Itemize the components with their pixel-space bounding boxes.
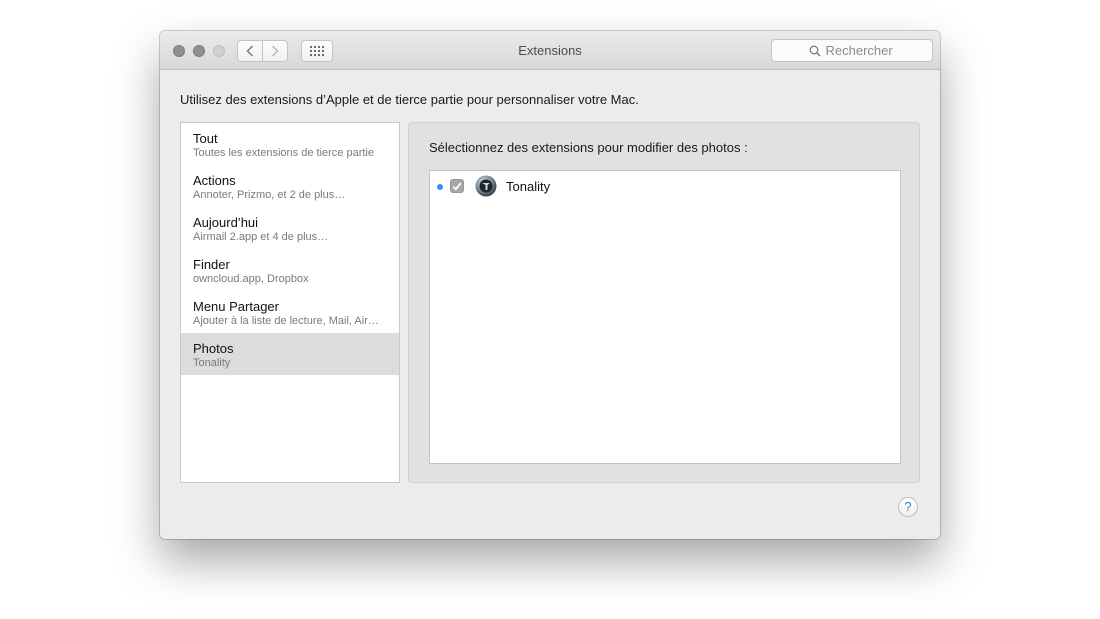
extension-row-tonality[interactable]: Tonality [430,175,900,198]
category-name: Finder [193,257,230,272]
category-item-aujourdhui[interactable]: Aujourd’hui Airmail 2.app et 4 de plus… [181,207,399,249]
category-name: Aujourd’hui [193,215,259,230]
tonality-app-icon [475,175,497,197]
chevron-left-icon [246,45,253,57]
title-bar[interactable]: Extensions [160,31,940,70]
help-button[interactable]: ? [898,497,918,517]
extensions-list[interactable]: Tonality [429,170,901,464]
category-subtitle: Tonality [193,357,231,369]
show-all-button[interactable] [301,40,333,62]
extension-name: Tonality [506,179,551,194]
search-icon [809,45,821,57]
category-name: Photos [193,341,234,356]
category-item-tout[interactable]: Tout Toutes les extensions de tierce par… [181,123,399,165]
close-window-button[interactable] [173,45,185,57]
category-subtitle: Ajouter à la liste de lecture, Mail, Air… [193,315,379,327]
new-extension-indicator [437,184,443,190]
category-item-actions[interactable]: Actions Annoter, Prizmo, et 2 de plus… [181,165,399,207]
forward-button[interactable] [262,40,288,62]
grid-icon [310,46,324,56]
checkmark-icon [452,182,462,191]
extension-enable-checkbox[interactable] [450,179,464,193]
category-item-menu-partager[interactable]: Menu Partager Ajouter à la liste de lect… [181,291,399,333]
panel-heading: Sélectionnez des extensions pour modifie… [429,140,748,155]
back-button[interactable] [237,40,263,62]
preferences-window: Extensions Utilisez des extensions d’App… [160,31,940,539]
search-input[interactable] [825,43,896,58]
category-name: Actions [193,173,236,188]
minimize-window-button[interactable] [193,45,205,57]
search-field[interactable] [771,39,933,62]
category-item-finder[interactable]: Finder owncloud.app, Dropbox [181,249,399,291]
category-subtitle: Airmail 2.app et 4 de plus… [193,231,329,243]
extension-categories-list[interactable]: Tout Toutes les extensions de tierce par… [180,122,400,483]
zoom-window-button[interactable] [213,45,225,57]
category-subtitle: Toutes les extensions de tierce partie [193,147,374,159]
intro-text: Utilisez des extensions d’Apple et de ti… [180,92,639,107]
category-subtitle: owncloud.app, Dropbox [193,273,309,285]
category-item-photos[interactable]: Photos Tonality [181,333,399,375]
category-subtitle: Annoter, Prizmo, et 2 de plus… [193,189,346,201]
extensions-detail-panel: Sélectionnez des extensions pour modifie… [408,122,920,483]
category-name: Tout [193,131,218,146]
category-name: Menu Partager [193,299,279,314]
chevron-right-icon [272,45,279,57]
